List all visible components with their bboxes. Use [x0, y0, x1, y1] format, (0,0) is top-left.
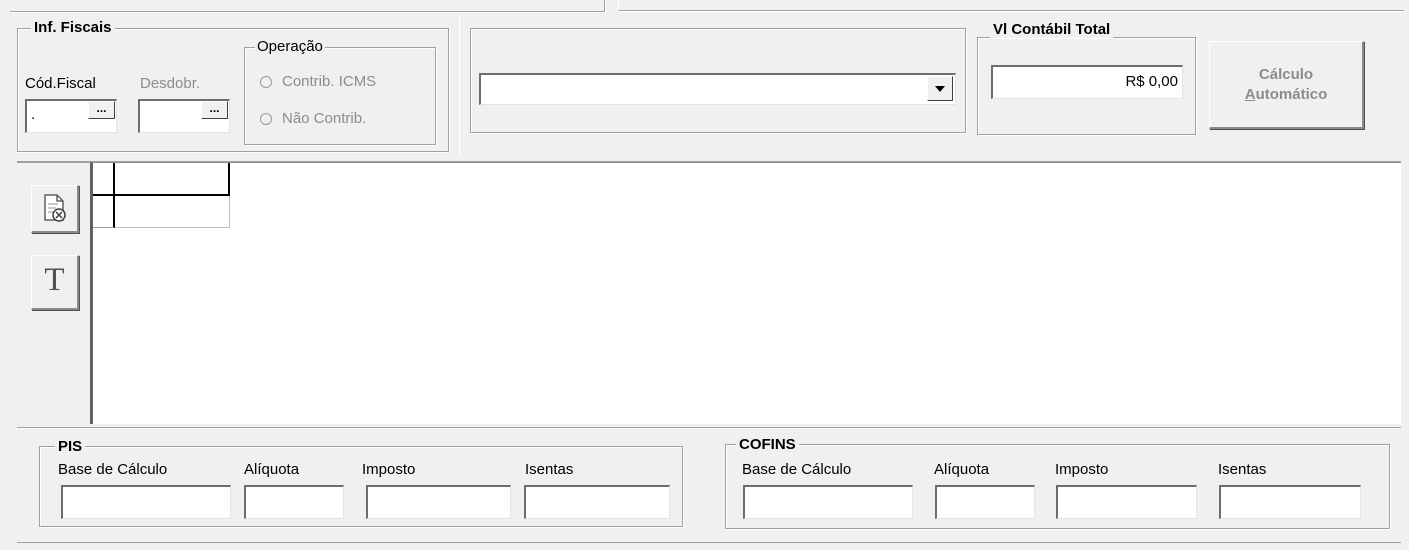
document-delete-icon [44, 194, 66, 222]
cofins-base-field[interactable] [743, 485, 913, 519]
top-separator-right [618, 0, 1404, 11]
pis-imposto-label: Imposto [362, 461, 416, 478]
pis-isentas-label: Isentas [525, 461, 574, 478]
inf-fiscais-legend: Inf. Fiscais [31, 20, 115, 36]
pis-legend: PIS [55, 439, 86, 455]
pis-base-label: Base de Cálculo [58, 461, 168, 478]
desdobr-lookup-button[interactable]: ... [201, 101, 228, 119]
text-button[interactable]: T [31, 255, 79, 310]
pis-isentas-field[interactable] [524, 485, 670, 519]
cofins-base-label: Base de Cálculo [742, 461, 852, 478]
grid-corner-cell [93, 163, 115, 196]
cod-fiscal-lookup-button[interactable]: ... [88, 101, 115, 119]
calculo-automatico-button[interactable]: Cálculo Automático [1209, 41, 1364, 129]
calculo-automatico-line1: Cálculo [1258, 66, 1314, 83]
top-separator-left [10, 0, 605, 12]
vl-contabil-field[interactable]: R$ 0,00 [991, 65, 1183, 99]
operacao-legend: Operação [255, 38, 325, 55]
grid-row-header[interactable] [93, 196, 115, 228]
pis-aliquota-field[interactable] [244, 485, 344, 519]
calculo-automatico-line2: Automático [1244, 86, 1328, 103]
contrib-icms-label[interactable]: Contrib. ICMS [282, 73, 376, 91]
combo-select[interactable] [479, 73, 956, 105]
cofins-legend: COFINS [736, 437, 799, 453]
cofins-imposto-field[interactable] [1056, 485, 1197, 519]
pis-aliquota-label: Alíquota [244, 461, 300, 478]
operacao-group [244, 47, 436, 145]
data-grid[interactable] [90, 162, 1401, 424]
combo-dropdown-button[interactable] [927, 76, 953, 101]
nao-contrib-radio[interactable] [260, 113, 272, 125]
vl-contabil-legend: Vl Contábil Total [990, 22, 1114, 38]
text-t-icon: T [44, 262, 65, 298]
cofins-imposto-label: Imposto [1055, 461, 1109, 478]
cofins-isentas-label: Isentas [1218, 461, 1267, 478]
pis-imposto-field[interactable] [366, 485, 511, 519]
chevron-down-icon [935, 86, 945, 92]
nao-contrib-label[interactable]: Não Contrib. [282, 110, 366, 128]
pis-base-field[interactable] [61, 485, 231, 519]
grid-cell[interactable] [115, 196, 230, 228]
desdobr-label: Desdobr. [140, 75, 201, 92]
grid-column-header[interactable] [115, 163, 230, 196]
delete-document-button[interactable] [31, 185, 79, 233]
cofins-isentas-field[interactable] [1219, 485, 1361, 519]
contrib-icms-radio[interactable] [260, 76, 272, 88]
cofins-aliquota-field[interactable] [935, 485, 1035, 519]
cod-fiscal-label: Cód.Fiscal [25, 75, 96, 92]
cofins-aliquota-label: Alíquota [934, 461, 990, 478]
